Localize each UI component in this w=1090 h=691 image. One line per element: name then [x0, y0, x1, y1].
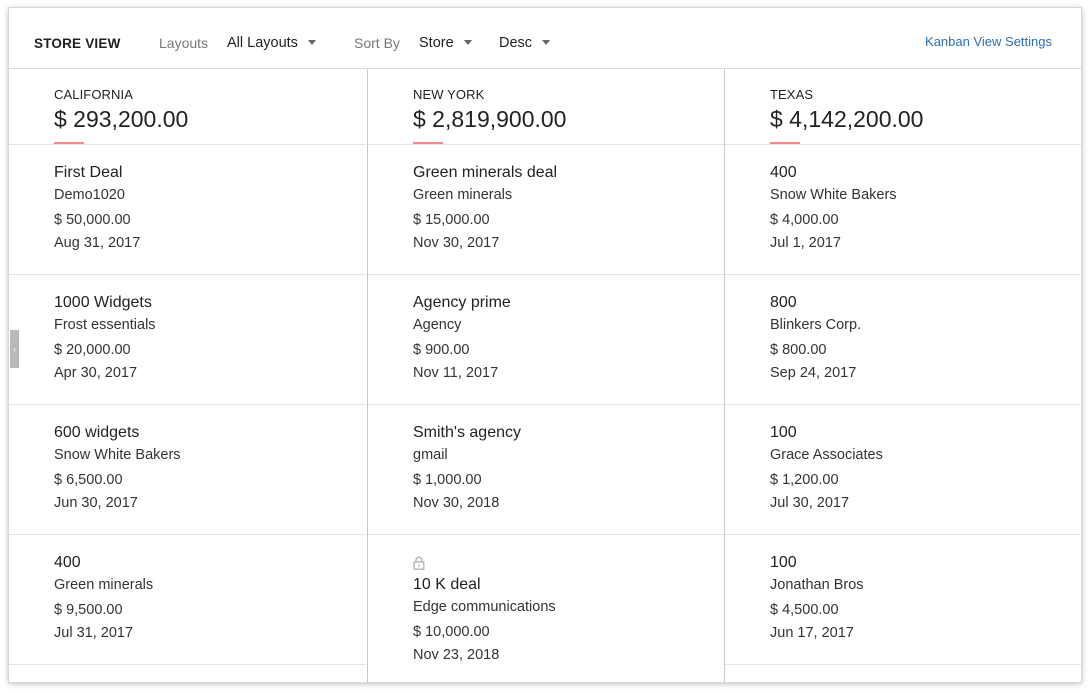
lock-icon — [413, 556, 425, 570]
deal-amount: $ 9,500.00 — [54, 602, 123, 618]
sort-field-dropdown[interactable]: Store — [419, 35, 472, 51]
deal-account: Agency — [413, 317, 462, 333]
deal-card[interactable]: 800 Blinkers Corp. $ 800.00 Sep 24, 2017 — [725, 275, 1081, 405]
deal-date: Sep 24, 2017 — [770, 365, 857, 381]
deal-card[interactable]: 600 widgets Snow White Bakers $ 6,500.00 Ju… — [9, 405, 366, 535]
deal-card[interactable]: First Deal Demo1020 $ 50,000.00 Aug 31, 201… — [9, 145, 366, 275]
column-header: TEXAS $ 4,142,200.00 — [725, 69, 1081, 145]
chevron-down-icon — [542, 40, 551, 45]
chevron-down-icon — [463, 40, 472, 45]
kanban-view-settings-link[interactable]: Kanban View Settings — [925, 34, 1052, 49]
sort-order-value: Desc — [499, 35, 533, 51]
deal-account: Demo1020 — [54, 187, 125, 203]
column-new-york: NEW YORK $ 2,819,900.00 Green minerals dea… — [367, 69, 724, 682]
chevron-left-icon: ‹ — [13, 344, 16, 354]
deal-amount: $ 10,000.00 — [413, 624, 490, 640]
column-title: CALIFORNIA — [54, 87, 134, 102]
deal-title[interactable]: Smith's agency — [413, 424, 521, 442]
deal-card[interactable]: 100 Jonathan Bros $ 4,500.00 Jun 17, 2017 — [725, 535, 1081, 665]
sort-order-dropdown[interactable]: Desc — [499, 35, 551, 51]
deal-amount: $ 20,000.00 — [54, 342, 131, 358]
deal-date: Jun 17, 2017 — [770, 625, 854, 641]
deal-title[interactable]: 100 — [770, 554, 797, 572]
deal-date: Nov 23, 2018 — [413, 647, 500, 663]
deal-account: Green minerals — [413, 187, 513, 203]
column-accent-bar — [413, 142, 443, 144]
deal-account: gmail — [413, 447, 448, 463]
deal-title[interactable]: 10 K deal — [413, 576, 481, 594]
column-total: $ 4,142,200.00 — [770, 106, 924, 132]
toolbar: STORE VIEW Layouts All Layouts Sort By S… — [9, 8, 1081, 69]
column-california: CALIFORNIA $ 293,200.00 First Deal Demo1020… — [9, 69, 366, 682]
deal-account: Edge communications — [413, 599, 556, 615]
deal-title[interactable]: 100 — [770, 424, 797, 442]
deal-card[interactable]: Smith's agency gmail $ 1,000.00 Nov 30, 201… — [368, 405, 724, 535]
deal-amount: $ 900.00 — [413, 342, 470, 358]
deal-account: Grace Associates — [770, 447, 883, 463]
deal-title[interactable]: 1000 Widgets — [54, 294, 152, 312]
deal-amount: $ 1,200.00 — [770, 472, 839, 488]
deal-account: Blinkers Corp. — [770, 317, 862, 333]
deal-date: Jun 30, 2017 — [54, 495, 138, 511]
kanban-window: STORE VIEW Layouts All Layouts Sort By S… — [9, 8, 1081, 682]
deal-title[interactable]: 400 — [770, 164, 797, 182]
deal-title[interactable]: Agency prime — [413, 294, 511, 312]
sort-field-value: Store — [419, 35, 454, 51]
column-total: $ 2,819,900.00 — [413, 106, 567, 132]
column-header: CALIFORNIA $ 293,200.00 — [9, 69, 366, 145]
deal-account: Jonathan Bros — [770, 577, 864, 593]
column-header: NEW YORK $ 2,819,900.00 — [368, 69, 724, 145]
deal-account: Green minerals — [54, 577, 154, 593]
deal-card[interactable]: 400 Snow White Bakers $ 4,000.00 Jul 1, 201… — [725, 145, 1081, 275]
deal-date: Nov 30, 2018 — [413, 495, 500, 511]
deal-card[interactable]: 400 Green minerals $ 9,500.00 Jul 31, 2017 — [9, 535, 366, 665]
deal-date: Nov 30, 2017 — [413, 235, 500, 251]
deal-amount: $ 4,000.00 — [770, 212, 839, 228]
deal-amount: $ 4,500.00 — [770, 602, 839, 618]
column-texas: TEXAS $ 4,142,200.00 400 Snow White Bakers $… — [724, 69, 1081, 682]
deal-title[interactable]: Green minerals deal — [413, 164, 557, 182]
layouts-value: All Layouts — [227, 35, 298, 51]
kanban-board: CALIFORNIA $ 293,200.00 First Deal Demo1020… — [9, 69, 1081, 682]
chevron-down-icon — [307, 40, 316, 45]
column-accent-bar — [770, 142, 800, 144]
deal-date: Apr 30, 2017 — [54, 365, 138, 381]
deal-card[interactable]: Green minerals deal Green minerals $ 15,00… — [368, 145, 724, 275]
column-accent-bar — [54, 142, 84, 144]
layouts-label: Layouts — [159, 35, 209, 51]
deal-title[interactable]: First Deal — [54, 164, 122, 182]
layouts-dropdown[interactable]: All Layouts — [227, 35, 316, 51]
view-title: STORE VIEW — [34, 36, 121, 51]
deal-account: Frost essentials — [54, 317, 156, 333]
deal-amount: $ 1,000.00 — [413, 472, 482, 488]
sort-by-label: Sort By — [354, 35, 400, 51]
deal-amount: $ 15,000.00 — [413, 212, 490, 228]
deal-title[interactable]: 400 — [54, 554, 81, 572]
deal-date: Nov 11, 2017 — [413, 365, 499, 381]
deal-account: Snow White Bakers — [770, 187, 897, 203]
collapse-sidebar-handle[interactable]: ‹ — [10, 330, 19, 368]
deal-amount: $ 6,500.00 — [54, 472, 123, 488]
deal-card[interactable]: 100 Grace Associates $ 1,200.00 Jul 30, 201… — [725, 405, 1081, 535]
deal-amount: $ 800.00 — [770, 342, 827, 358]
deal-title[interactable]: 800 — [770, 294, 797, 312]
deal-account: Snow White Bakers — [54, 447, 181, 463]
deal-card[interactable]: 1000 Widgets Frost essentials $ 20,000.00 A… — [9, 275, 366, 405]
column-total: $ 293,200.00 — [54, 106, 189, 132]
deal-title[interactable]: 600 widgets — [54, 424, 139, 442]
deal-date: Jul 30, 2017 — [770, 495, 850, 511]
deal-date: Aug 31, 2017 — [54, 235, 141, 251]
column-title: TEXAS — [770, 87, 814, 102]
deal-date: Jul 31, 2017 — [54, 625, 134, 641]
deal-card[interactable]: 10 K deal Edge communications $ 10,000.00 N… — [368, 535, 724, 682]
deal-date: Jul 1, 2017 — [770, 235, 841, 251]
deal-card[interactable]: Agency prime Agency $ 900.00 Nov 11, 2017 — [368, 275, 724, 405]
column-title: NEW YORK — [413, 87, 485, 102]
deal-amount: $ 50,000.00 — [54, 212, 131, 228]
